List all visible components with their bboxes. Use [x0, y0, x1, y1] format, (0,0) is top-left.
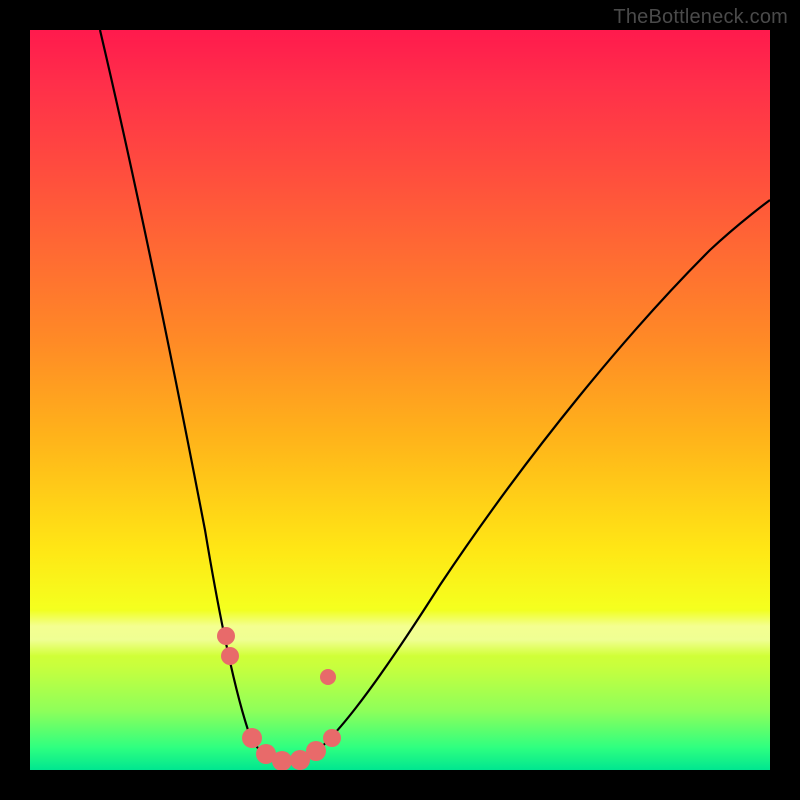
marker-dot — [242, 728, 262, 748]
chart-frame — [30, 30, 770, 770]
marker-dot — [221, 647, 239, 665]
right-curve-path — [305, 200, 770, 760]
marker-dot — [217, 627, 235, 645]
marker-dot — [320, 669, 336, 685]
marker-dot — [323, 729, 341, 747]
watermark-text: TheBottleneck.com — [613, 6, 788, 29]
left-curve-path — [100, 30, 275, 760]
marker-group — [217, 627, 341, 770]
marker-dot — [306, 741, 326, 761]
chart-svg — [30, 30, 770, 770]
